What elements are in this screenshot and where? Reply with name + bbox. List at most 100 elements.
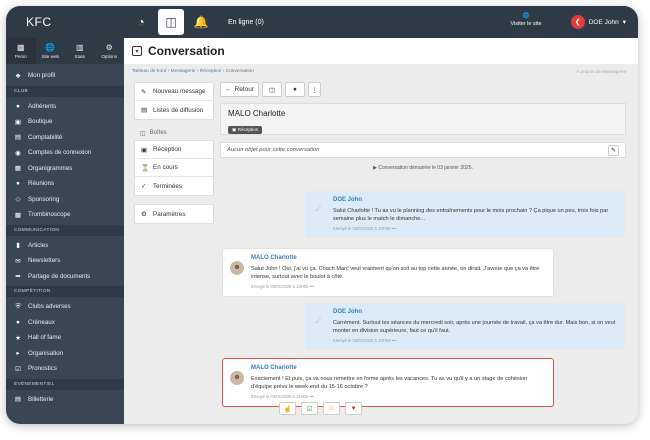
user-gear-icon: ◉ (15, 149, 21, 157)
sidebar-item-hall-of-fame[interactable]: ★ Hall of fame (6, 330, 124, 346)
module-tab-perso[interactable]: ▩ Perso (6, 38, 36, 64)
caret-box-icon[interactable]: ▾ (132, 46, 142, 56)
gears-icon: ⚙ (105, 43, 113, 52)
check-icon[interactable]: ☑ (301, 402, 318, 415)
author-avatar: ☄ (315, 206, 323, 213)
breadcrumb-inbox[interactable]: Réception (200, 69, 222, 74)
sidebar-section-events: ÉVÉNEMENTIEL (6, 378, 124, 390)
reaction-bar: ☝ ☑ ☺ ♥ (279, 402, 362, 415)
sidebar-item-opponents[interactable]: ⛨ Clubs adverses (6, 299, 124, 315)
breadcrumb-current: Conversation (225, 69, 254, 74)
gear-icon: ⚙ (141, 211, 147, 218)
cart-icon: ▣ (14, 118, 22, 126)
back-button[interactable]: ← Retour (220, 82, 260, 97)
bell-icon[interactable]: 🔔 (188, 9, 214, 35)
handshake-icon: ◇ (15, 196, 21, 204)
message-item-selected[interactable]: ☻ MALO Charlotte Exactement ! Et puis, ç… (222, 358, 554, 407)
sidebar-item-documents[interactable]: ➦ Partage de documents (6, 269, 124, 285)
boxes-label: ◫ Boîtes (140, 130, 167, 137)
sidebar-item-accounts[interactable]: ◉ Comptes de connexion (6, 145, 124, 161)
breadcrumb-messaging[interactable]: Messagerie (171, 69, 196, 74)
sidebar-item-sponsoring[interactable]: ◇ Sponsoring (6, 192, 124, 208)
message-author: MALO Charlotte (251, 365, 297, 371)
message-author: DOE John (333, 309, 363, 315)
conversation-header: MALO Charlotte ▣ Réception (220, 103, 626, 135)
sidebar-section-communication: COMMUNICATION (6, 224, 124, 236)
id-card-icon: ▩ (14, 211, 22, 219)
checkbox-icon: ☑ (15, 365, 21, 373)
thumbs-up-icon[interactable]: ☝ (279, 402, 296, 415)
globe-icon: 🌐 (522, 13, 530, 19)
sidebar-item-members[interactable]: ● Adhérents (6, 99, 124, 115)
content-area: ▾ Conversation Tableau de bord › Message… (124, 38, 638, 424)
sidebar-item-meetings[interactable]: ● Réunions (6, 176, 124, 192)
vertical-dots-icon: ⋮ (311, 86, 318, 94)
app-brand: KFC (26, 15, 52, 29)
box-badge: ▣ Réception (228, 126, 263, 134)
hourglass-icon: ⌛ (141, 164, 150, 172)
sidebar-item-directory[interactable]: ▩ Trombinoscope (6, 207, 124, 223)
more-options-button[interactable]: ⋮ (308, 82, 322, 97)
message-item: ☄ DOE John Carrément. Surtout les séance… (305, 303, 625, 350)
new-message-button[interactable]: ✎ Nouveau message (135, 83, 213, 101)
sidebar-item-slots[interactable]: ● Créneaux (6, 315, 124, 331)
participants-button[interactable]: ● (285, 82, 306, 97)
message-text: Salut Charlotte ! Tu as vu le planning d… (333, 208, 609, 222)
list-icon: ▤ (141, 107, 148, 114)
message-timestamp[interactable]: Envoyé le 03/01/2025 à 10H53 ••• (333, 337, 617, 345)
heart-icon[interactable]: ♥ (345, 402, 362, 415)
author-avatar: ☻ (230, 371, 244, 385)
user-icon: ▩ (16, 43, 25, 52)
sidebar-item-organisation[interactable]: ▸ Organisation (6, 346, 124, 362)
sidebar-item-orgchart[interactable]: ▦ Organigrammes (6, 161, 124, 177)
box-inbox[interactable]: ▣ Réception (135, 141, 213, 159)
message-author: MALO Charlotte (251, 255, 297, 261)
module-tab-site[interactable]: 🌐 Site web (36, 38, 66, 64)
user-circle-icon: ❖ (15, 72, 21, 80)
sidebar-item-articles[interactable]: ▮ Articles (6, 238, 124, 254)
play-icon: ▶ (373, 165, 377, 171)
visit-site-link[interactable]: 🌐 Visiter le site (501, 12, 551, 28)
module-tab-options[interactable]: ⚙ Options (95, 38, 125, 64)
ticket-icon: ▤ (14, 396, 22, 404)
envelope-icon: ✉ (15, 257, 21, 265)
conversation-start-note: ▶ Conversation démarrée le 03 janvier 20… (373, 165, 473, 171)
edit-subject-button[interactable]: ✎ (608, 144, 619, 156)
subject-text: Aucun objet pour cette conversation (227, 147, 320, 153)
message-timestamp[interactable]: Envoyé le 03/01/2025 à 10H30 ••• (333, 225, 617, 233)
user-avatar: ❮ (570, 15, 585, 29)
sidebar-item-shop[interactable]: ▣ Boutique (6, 114, 124, 130)
dashboard-icon[interactable]: ◔ (128, 9, 154, 35)
money-icon: ▤ (14, 134, 22, 142)
inbox-tray-icon: ◫ (140, 131, 146, 137)
inbox-icon[interactable]: ◫ (158, 9, 184, 35)
breadcrumb-home[interactable]: Tableau de bord (132, 69, 166, 74)
sidebar-item-accounting[interactable]: ▤ Comptabilité (6, 130, 124, 146)
sidebar-section-competition: COMPÉTITION (6, 286, 124, 297)
online-status[interactable]: En ligne (0) (228, 19, 264, 26)
module-tab-stats[interactable]: ▥ Stats (65, 38, 95, 64)
settings-button[interactable]: ⚙ Paramètres (135, 205, 213, 223)
sidebar-item-profile[interactable]: ❖ Mon profil (6, 68, 124, 84)
top-bar: KFC ◔ ◫ 🔔 En ligne (0) 🌐 Visiter le site… (6, 6, 638, 38)
box-ongoing[interactable]: ⌛ En cours (135, 159, 213, 177)
sidebar-item-ticketing[interactable]: ▤ Billetterie (6, 392, 124, 408)
author-avatar: ☻ (230, 261, 244, 275)
megaphone-icon: ▸ (16, 350, 20, 358)
message-author: DOE John (333, 197, 363, 203)
users-icon: ● (16, 180, 20, 188)
inbox-icon: ◫ (268, 86, 276, 94)
message-timestamp[interactable]: Envoyé le 03/01/2025 à 11H00 ••• (251, 393, 545, 401)
sidebar-item-newsletters[interactable]: ✉ Newsletters (6, 253, 124, 269)
inbox-icon: ▣ (232, 127, 237, 132)
globe-icon: 🌐 (45, 43, 56, 52)
about-link[interactable]: À propos de Messagerie (576, 69, 626, 74)
move-to-inbox-button[interactable]: ◫ (262, 82, 283, 97)
sidebar-item-predictions[interactable]: ☑ Pronostics (6, 361, 124, 377)
user-menu[interactable]: ❮ DOE John ▾ (570, 15, 626, 29)
mailing-lists-button[interactable]: ▤ Listes de diffusion (135, 101, 213, 119)
box-done[interactable]: ✓ Terminées (135, 177, 213, 195)
message-timestamp[interactable]: Envoyé le 03/01/2025 à 10H55 ••• (251, 283, 545, 291)
smile-icon[interactable]: ☺ (323, 402, 340, 415)
check-list-icon: ✓ (141, 183, 147, 190)
